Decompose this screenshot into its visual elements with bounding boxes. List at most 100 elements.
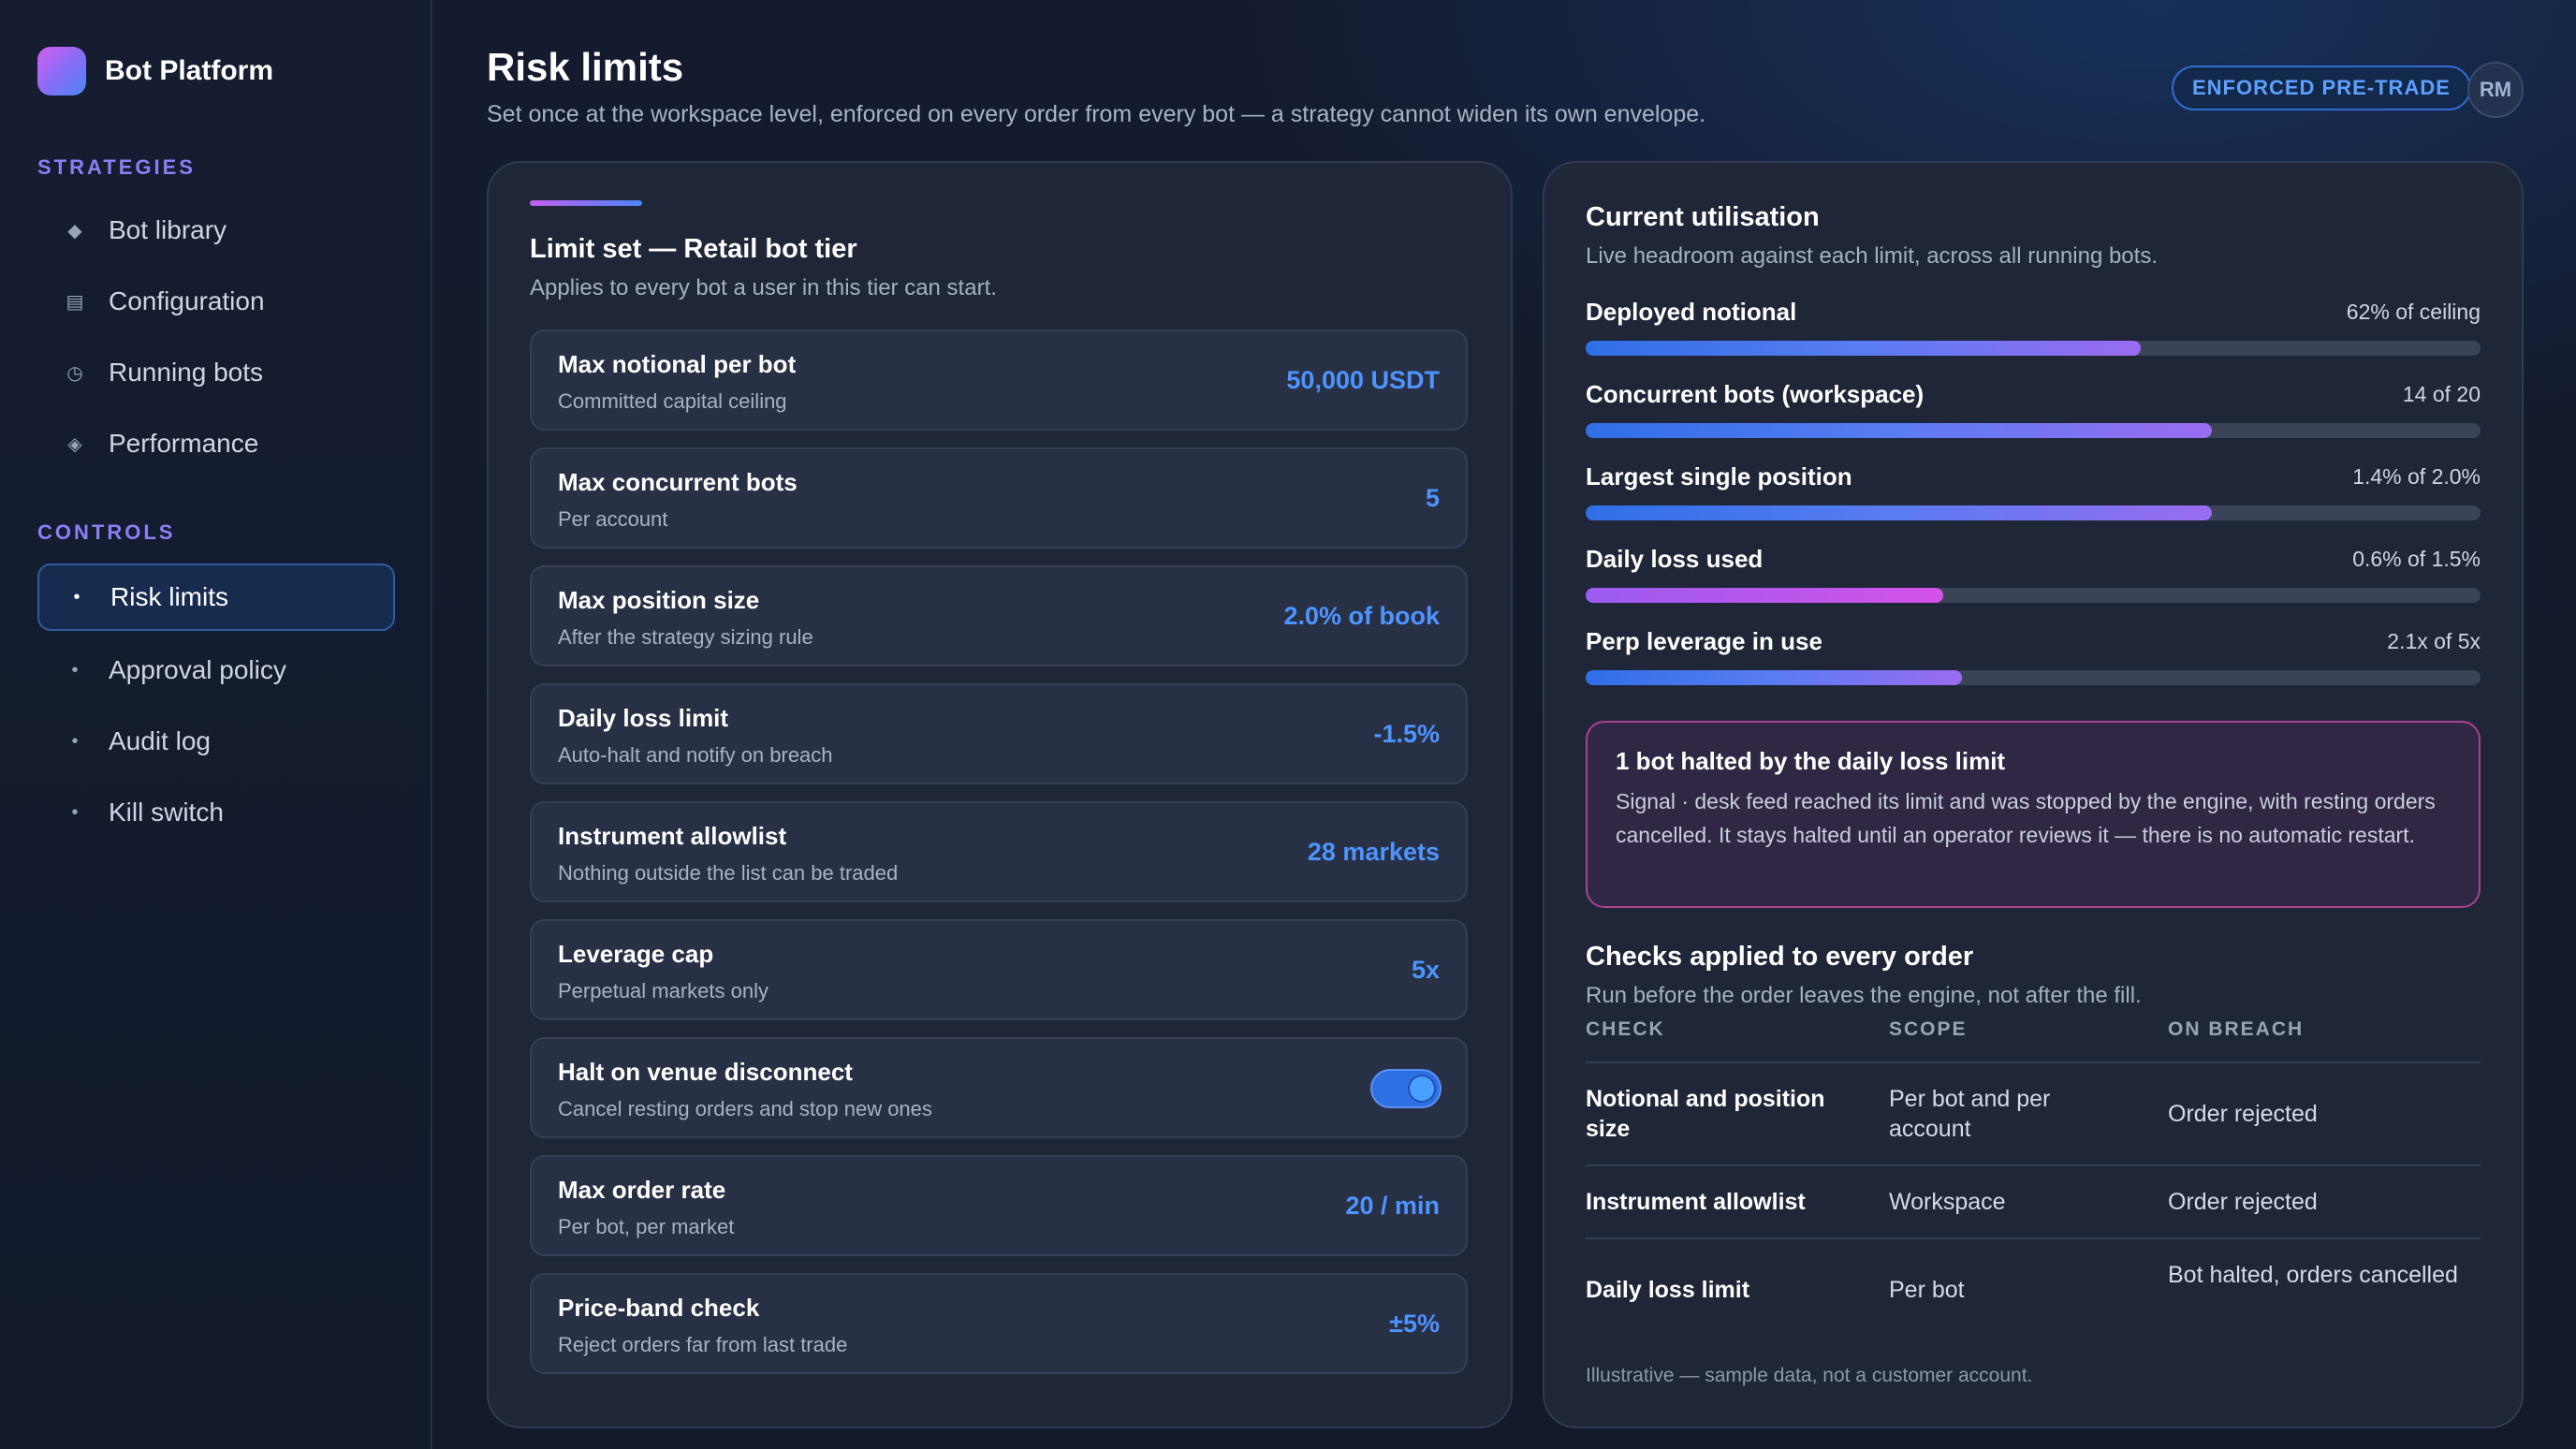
util-fill — [1586, 588, 1944, 603]
limit-desc: Auto-halt and notify on breach — [558, 743, 833, 767]
limit-value[interactable]: ±5% — [1389, 1275, 1440, 1372]
limit-value[interactable]: -1.5% — [1373, 685, 1440, 783]
avatar[interactable]: RM — [2467, 62, 2524, 118]
util-value: 1.4% of 2.0% — [2352, 464, 2481, 489]
sidebar-item-bot-library[interactable]: ◆ Bot library — [37, 197, 395, 264]
limit-name: Max notional per bot — [558, 350, 797, 378]
alert-title: 1 bot halted by the daily loss limit — [1616, 747, 2006, 775]
limit-row-max-notional[interactable]: Max notional per bot Committed capital c… — [530, 329, 1468, 431]
scope-cell: Workspace — [1889, 1189, 2006, 1215]
limit-value[interactable]: 50,000 USDT — [1286, 331, 1440, 429]
diamond-icon: ◆ — [67, 220, 82, 242]
sidebar-item-approval-policy[interactable]: • Approval policy — [37, 637, 395, 704]
check-cell: Daily loss limit — [1586, 1277, 1750, 1303]
util-fill — [1586, 423, 2213, 438]
brand-logo-icon — [37, 47, 86, 95]
limit-desc: Committed capital ceiling — [558, 389, 787, 413]
limit-row-price-band-check[interactable]: Price-band check Reject orders far from … — [530, 1273, 1468, 1374]
limit-name: Max concurrent bots — [558, 468, 798, 496]
limit-value[interactable]: 28 markets — [1308, 803, 1440, 900]
util-largest-position: Largest single position 1.4% of 2.0% — [1586, 462, 2481, 528]
brand[interactable]: Bot Platform — [37, 47, 273, 95]
utilisation-title: Current utilisation — [1586, 202, 1820, 232]
limit-name: Max order rate — [558, 1176, 726, 1204]
utilisation-subtitle: Live headroom against each limit, across… — [1586, 243, 2158, 269]
util-concurrent-bots: Concurrent bots (workspace) 14 of 20 — [1586, 380, 2481, 446]
halt-on-disconnect-toggle[interactable] — [1370, 1069, 1442, 1108]
brand-name: Bot Platform — [105, 55, 273, 86]
footnote: Illustrative — sample data, not a custom… — [1586, 1365, 2033, 1386]
scope-cell: Per bot and per account — [1889, 1086, 2051, 1142]
checks-subtitle: Run before the order leaves the engine, … — [1586, 983, 2142, 1008]
util-deployed-notional: Deployed notional 62% of ceiling — [1586, 298, 2481, 363]
limit-desc: After the strategy sizing rule — [558, 625, 813, 649]
limit-value[interactable]: 5 — [1426, 449, 1440, 547]
dot-icon: • — [71, 659, 79, 681]
breach-cell: Bot halted, orders cancelled — [2168, 1262, 2458, 1288]
sidebar-item-label: Configuration — [109, 286, 265, 315]
limit-name: Price-band check — [558, 1294, 760, 1322]
limit-row-max-order-rate[interactable]: Max order rate Per bot, per market 20 / … — [530, 1155, 1468, 1256]
sidebar-item-audit-log[interactable]: • Audit log — [37, 708, 395, 775]
section-title-controls: CONTROLS — [37, 520, 176, 544]
limit-desc: Per account — [558, 507, 668, 531]
limit-desc: Reject orders far from last trade — [558, 1333, 848, 1356]
utilisation-panel: Current utilisation Live headroom agains… — [1543, 161, 2524, 1428]
col-header-on-breach: ON BREACH — [2168, 1018, 2305, 1040]
check-cell: Notional and position size — [1586, 1086, 1825, 1142]
util-name: Deployed notional — [1586, 298, 1797, 326]
accent-bar — [530, 200, 642, 206]
breach-cell: Order rejected — [2168, 1189, 2318, 1215]
limit-desc: Cancel resting orders and stop new ones — [558, 1097, 932, 1120]
util-track — [1586, 505, 2481, 520]
breach-cell: Order rejected — [2168, 1101, 2318, 1127]
limit-desc: Per bot, per market — [558, 1215, 735, 1238]
util-track — [1586, 341, 2481, 356]
util-daily-loss-used: Daily loss used 0.6% of 1.5% — [1586, 545, 2481, 610]
list-icon: ▤ — [66, 291, 84, 313]
diamond-outline-icon: ◈ — [67, 433, 82, 455]
limit-value[interactable]: 5x — [1412, 921, 1440, 1018]
util-perp-leverage: Perp leverage in use 2.1x of 5x — [1586, 627, 2481, 693]
section-title-strategies: STRATEGIES — [37, 155, 196, 179]
limit-value[interactable]: 20 / min — [1345, 1157, 1440, 1254]
util-name: Perp leverage in use — [1586, 627, 1822, 655]
halted-bot-alert[interactable]: 1 bot halted by the daily loss limit Sig… — [1586, 721, 2481, 908]
limit-row-max-position-size[interactable]: Max position size After the strategy siz… — [530, 565, 1468, 666]
util-track — [1586, 670, 2481, 685]
table-row: Instrument allowlist Workspace Order rej… — [1586, 1164, 2481, 1237]
limit-row-max-concurrent-bots[interactable]: Max concurrent bots Per account 5 — [530, 447, 1468, 549]
util-track — [1586, 423, 2481, 438]
sidebar-item-label: Running bots — [109, 358, 264, 387]
limit-row-instrument-allowlist[interactable]: Instrument allowlist Nothing outside the… — [530, 801, 1468, 902]
dot-icon: • — [71, 801, 79, 823]
sidebar-item-kill-switch[interactable]: • Kill switch — [37, 779, 395, 846]
limit-row-halt-on-venue-disconnect[interactable]: Halt on venue disconnect Cancel resting … — [530, 1037, 1468, 1138]
util-fill — [1586, 670, 1962, 685]
limit-row-leverage-cap[interactable]: Leverage cap Perpetual markets only 5x — [530, 919, 1468, 1020]
limit-name: Max position size — [558, 586, 760, 614]
limit-set-panel: Limit set — Retail bot tier Applies to e… — [487, 161, 1513, 1428]
check-cell: Instrument allowlist — [1586, 1189, 1806, 1215]
util-fill — [1586, 505, 2213, 520]
sidebar-item-running-bots[interactable]: ◷ Running bots — [37, 339, 395, 406]
util-value: 2.1x of 5x — [2387, 629, 2481, 653]
limit-row-daily-loss-limit[interactable]: Daily loss limit Auto-halt and notify on… — [530, 683, 1468, 784]
dot-icon: • — [73, 586, 80, 607]
page-title: Risk limits — [487, 45, 684, 89]
sidebar-item-label: Performance — [109, 429, 259, 458]
limit-name: Halt on venue disconnect — [558, 1058, 853, 1086]
sidebar-item-configuration[interactable]: ▤ Configuration — [37, 268, 395, 335]
dot-icon: • — [71, 730, 79, 752]
util-value: 62% of ceiling — [2346, 300, 2481, 324]
util-track — [1586, 588, 2481, 603]
limit-name: Daily loss limit — [558, 704, 729, 732]
limit-value[interactable]: 2.0% of book — [1283, 567, 1440, 665]
util-name: Concurrent bots (workspace) — [1586, 380, 1925, 408]
checks-title: Checks applied to every order — [1586, 942, 1974, 972]
sidebar-item-performance[interactable]: ◈ Performance — [37, 410, 395, 477]
sidebar-item-risk-limits[interactable]: • Risk limits — [37, 564, 395, 631]
page-subtitle: Set once at the workspace level, enforce… — [487, 101, 1706, 127]
limit-name: Leverage cap — [558, 940, 714, 968]
sidebar-item-label: Risk limits — [110, 582, 228, 611]
